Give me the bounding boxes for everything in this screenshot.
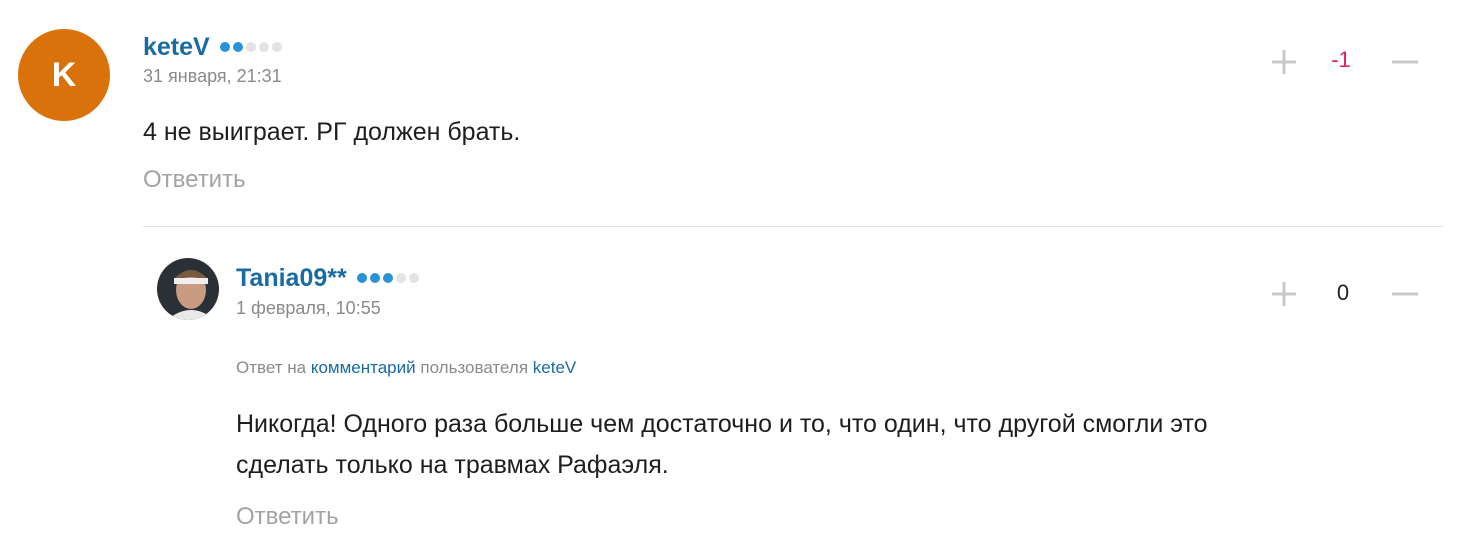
- plus-icon: [1272, 50, 1296, 74]
- rank-dot: [219, 42, 230, 52]
- comment-text: 4 не выиграет. РГ должен брать.: [143, 118, 521, 146]
- plus-icon: [1272, 282, 1296, 306]
- avatar[interactable]: K: [18, 29, 110, 121]
- parent-user-link[interactable]: keteV: [533, 358, 576, 377]
- reply-author-row: Tania09**: [236, 261, 419, 295]
- rank-dot: [408, 273, 419, 283]
- reply-timestamp: 1 февраля, 10:55: [236, 298, 381, 318]
- comment-timestamp: 31 января, 21:31: [143, 66, 282, 86]
- reply-text-line: Никогда! Одного раза больше чем достаточ…: [236, 410, 1208, 438]
- upvote-button[interactable]: [1270, 280, 1298, 308]
- reply-prefix: Ответ на: [236, 358, 307, 377]
- rank-dot: [258, 42, 269, 52]
- parent-comment-link[interactable]: комментарий: [311, 358, 416, 377]
- reply-reference: Ответ на комментарий пользователя keteV: [236, 358, 576, 378]
- author-name[interactable]: keteV: [143, 33, 210, 62]
- reply-text: Никогда! Одного раза больше чем достаточ…: [236, 404, 1208, 486]
- rank-dot: [271, 42, 282, 52]
- minus-icon: [1392, 60, 1418, 64]
- rank-dot: [245, 42, 256, 52]
- reply-button[interactable]: Ответить: [236, 503, 339, 531]
- downvote-button[interactable]: [1391, 48, 1419, 76]
- vote-score: 0: [1336, 280, 1350, 305]
- downvote-button[interactable]: [1391, 280, 1419, 308]
- avatar-letter: K: [51, 55, 77, 94]
- rank-dots: [219, 42, 282, 52]
- rank-dot: [395, 273, 406, 283]
- rank-dot: [232, 42, 243, 52]
- rank-dot: [369, 273, 380, 283]
- vote-score: -1: [1331, 47, 1351, 72]
- rank-dots: [356, 273, 419, 283]
- minus-icon: [1392, 292, 1418, 296]
- avatar[interactable]: [157, 258, 219, 320]
- comment-author-row: keteV: [143, 30, 282, 64]
- comment-divider: [143, 226, 1443, 227]
- upvote-button[interactable]: [1270, 48, 1298, 76]
- rank-dot: [356, 273, 367, 283]
- user-photo-icon: [157, 258, 219, 320]
- reply-user-word: пользователя: [420, 358, 529, 377]
- reply-button[interactable]: Ответить: [143, 166, 246, 194]
- author-name[interactable]: Tania09**: [236, 264, 347, 293]
- reply-text-line: сделать только на травмах Рафаэля.: [236, 451, 669, 479]
- rank-dot: [382, 273, 393, 283]
